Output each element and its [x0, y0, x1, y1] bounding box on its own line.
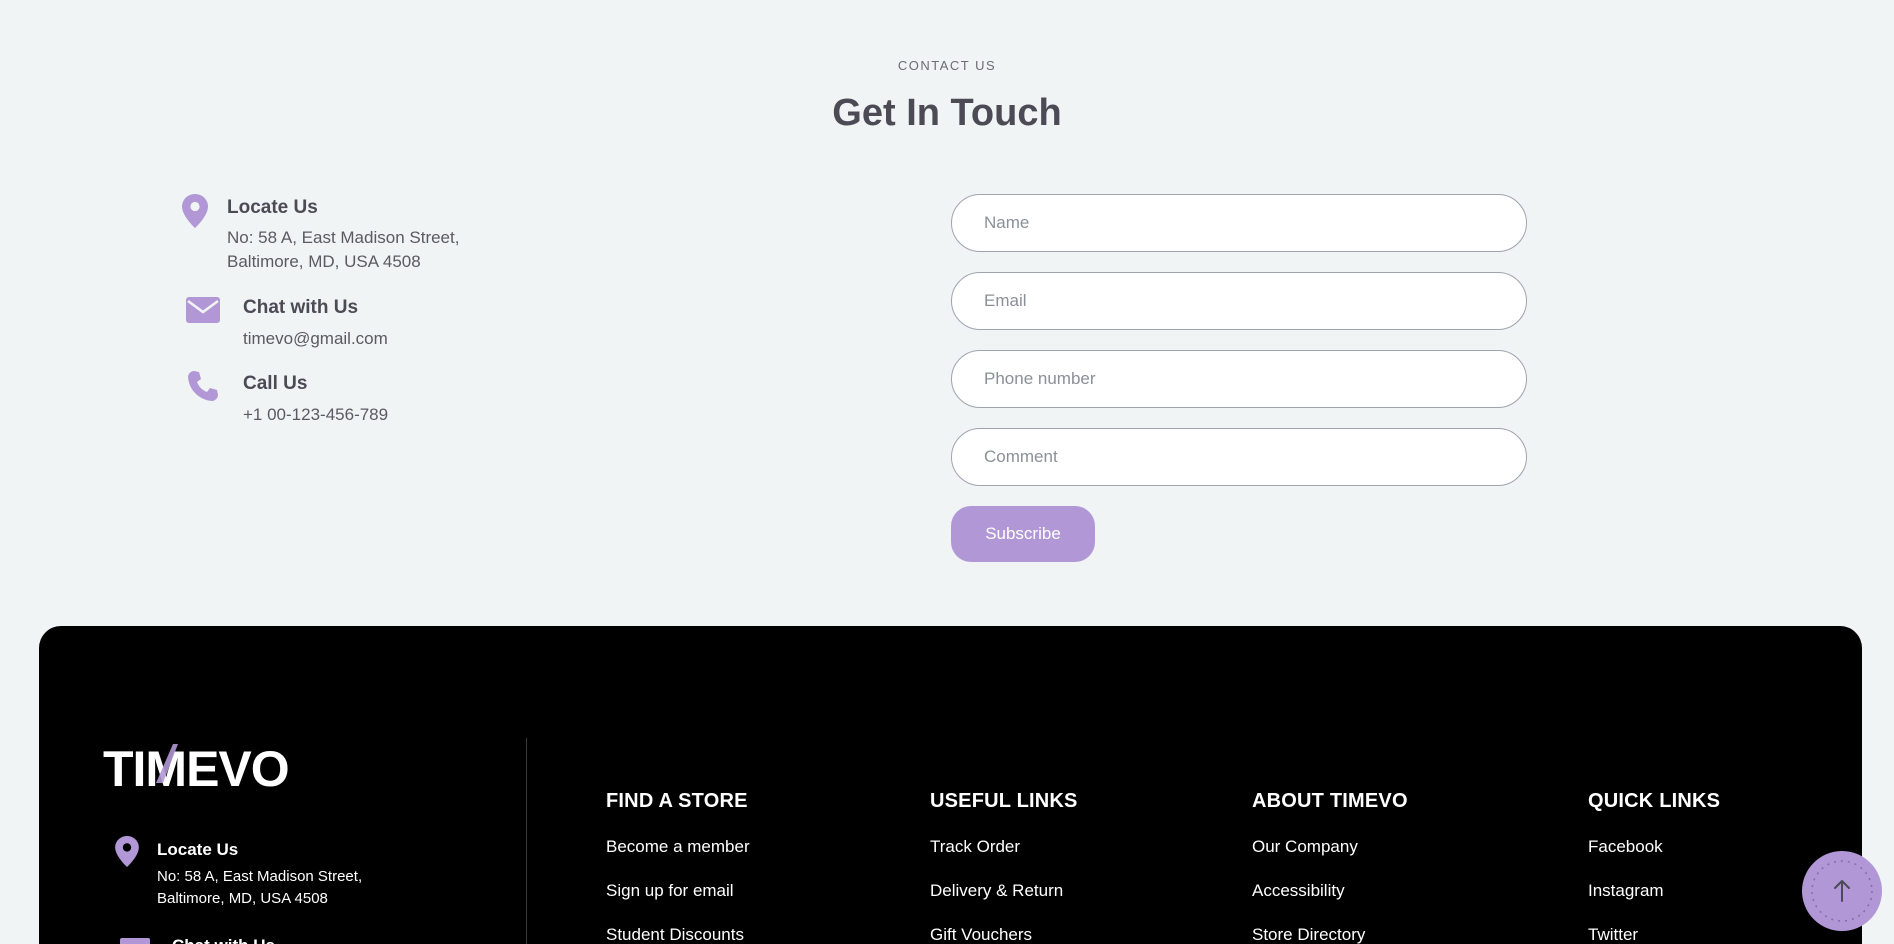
footer-link[interactable]: Facebook	[1588, 837, 1663, 857]
arrow-up-icon	[1811, 860, 1873, 922]
email-input[interactable]	[951, 272, 1527, 330]
footer-locate-title: Locate Us	[157, 840, 239, 859]
footer-col-quick-links: QUICK LINKS Facebook Instagram Twitter	[1588, 790, 1721, 944]
subscribe-button[interactable]: Subscribe	[951, 506, 1095, 562]
footer-link[interactable]: Become a member	[606, 837, 750, 857]
footer-link[interactable]: Gift Vouchers	[930, 925, 1032, 944]
footer-locate-line1: No: 58 A, East Madison Street,	[157, 868, 363, 885]
logo-text: TIMEVO	[103, 741, 289, 794]
col-title: QUICK LINKS	[1588, 790, 1721, 812]
locate-line1: No: 58 A, East Madison Street,	[227, 228, 460, 247]
footer-col-about: ABOUT TIMEVO Our Company Accessibility S…	[1252, 790, 1408, 944]
footer-link[interactable]: Delivery & Return	[930, 881, 1063, 901]
col-title: ABOUT TIMEVO	[1252, 790, 1408, 812]
section-eyebrow: CONTACT US	[897, 58, 997, 73]
footer-link[interactable]: Track Order	[930, 837, 1020, 857]
footer-chat-title: Chat with Us	[172, 936, 275, 944]
footer-link[interactable]: Our Company	[1252, 837, 1358, 857]
footer-col-useful-links: USEFUL LINKS Track Order Delivery & Retu…	[930, 790, 1078, 944]
col-title: USEFUL LINKS	[930, 790, 1078, 812]
map-pin-icon	[182, 194, 208, 233]
call-title: Call Us	[243, 373, 308, 394]
envelope-icon	[186, 297, 220, 328]
footer-link[interactable]: Student Discounts	[606, 925, 744, 944]
section-heading: Get In Touch	[832, 92, 1062, 134]
contact-section: CONTACT US Get In Touch Locate Us No: 58…	[0, 0, 1894, 620]
chat-email[interactable]: timevo@gmail.com	[243, 327, 388, 351]
footer-link[interactable]: Store Directory	[1252, 925, 1365, 944]
footer-col-find-store: FIND A STORE Become a member Sign up for…	[606, 790, 750, 944]
footer-link[interactable]: Accessibility	[1252, 881, 1345, 901]
locate-title: Locate Us	[227, 197, 318, 218]
footer-locate-line2: Baltimore, MD, USA 4508	[157, 890, 328, 907]
footer-divider	[526, 738, 527, 944]
phone-input[interactable]	[951, 350, 1527, 408]
call-number[interactable]: +1 00-123-456-789	[243, 403, 388, 427]
name-input[interactable]	[951, 194, 1527, 252]
timevo-logo[interactable]: TIMEVO	[103, 736, 303, 794]
footer-link[interactable]: Twitter	[1588, 925, 1638, 944]
phone-icon	[187, 370, 219, 407]
chat-title: Chat with Us	[243, 297, 359, 318]
envelope-icon	[120, 938, 150, 944]
locate-line2: Baltimore, MD, USA 4508	[227, 252, 421, 271]
footer-link[interactable]: Instagram	[1588, 881, 1664, 901]
comment-input[interactable]	[951, 428, 1527, 486]
scroll-to-top-button[interactable]	[1802, 851, 1882, 931]
col-title: FIND A STORE	[606, 790, 748, 812]
footer-link[interactable]: Sign up for email	[606, 881, 734, 901]
map-pin-icon	[115, 836, 139, 872]
